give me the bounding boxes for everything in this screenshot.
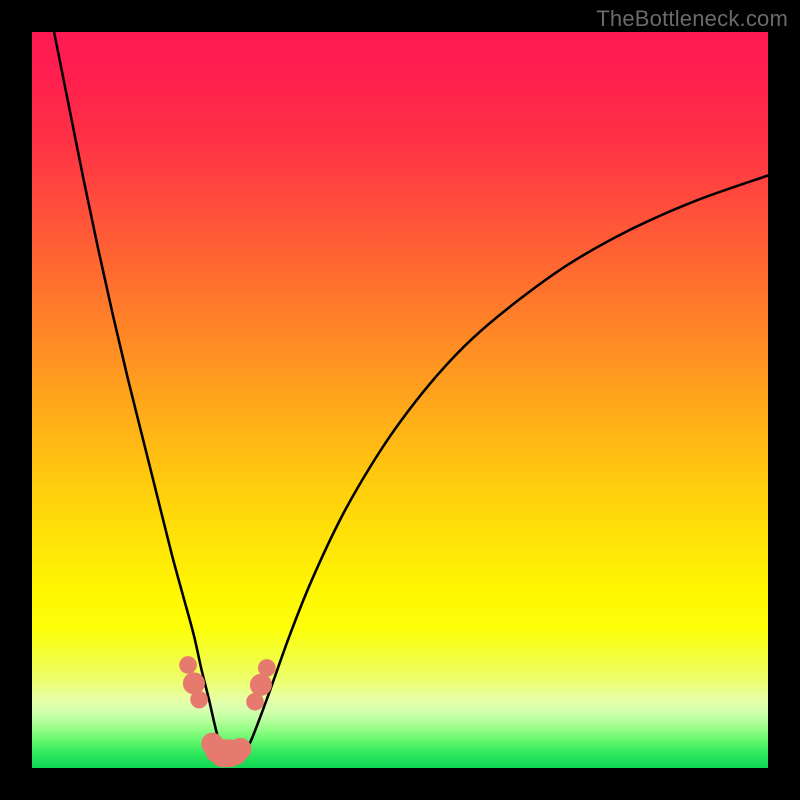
watermark-text: TheBottleneck.com (596, 6, 788, 32)
plot-area (32, 32, 768, 768)
chart-frame: TheBottleneck.com (0, 0, 800, 800)
background-gradient (32, 32, 768, 768)
